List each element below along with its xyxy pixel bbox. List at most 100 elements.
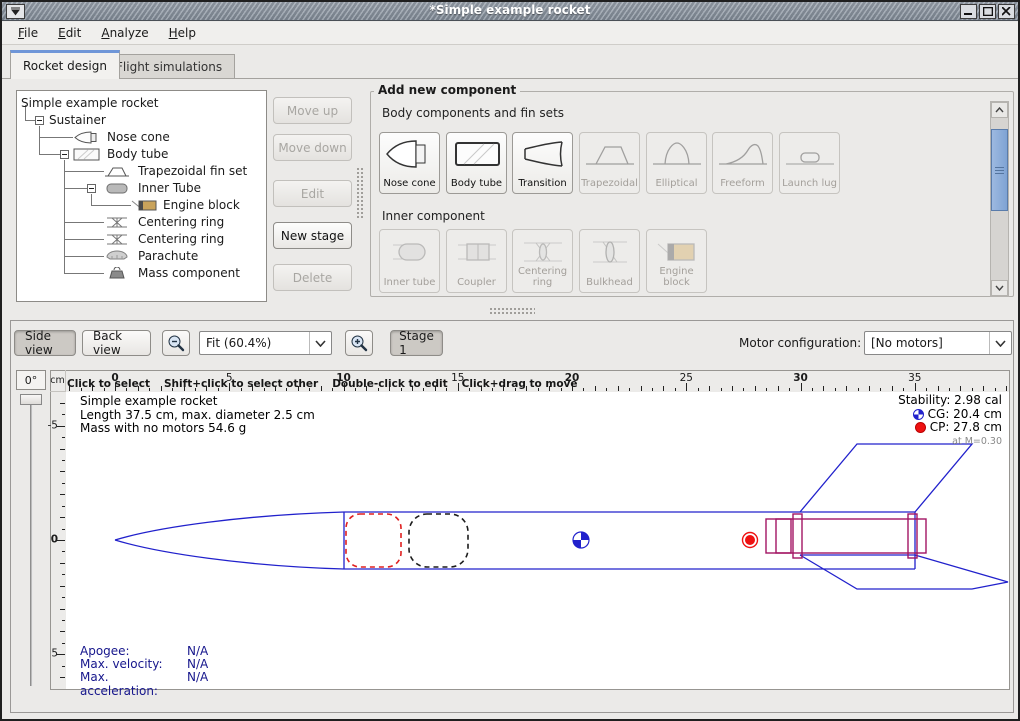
- component-tree[interactable]: Simple example rocket Sustainer Nose con…: [16, 90, 267, 302]
- hint: Double-click to edit: [332, 378, 447, 390]
- menu-edit[interactable]: Edit: [50, 24, 89, 42]
- mass-component-icon: [104, 267, 130, 283]
- chevron-down-icon: [989, 332, 1011, 354]
- tree-row: Mass component: [17, 265, 266, 282]
- zoom-in-button[interactable]: [345, 330, 373, 356]
- rocket-info: Simple example rocket Length 37.5 cm, ma…: [80, 395, 315, 436]
- vertical-ruler: -505: [50, 392, 66, 689]
- inner-tube-outline: [766, 519, 926, 553]
- rocket-canvas[interactable]: Simple example rocket Length 37.5 cm, ma…: [66, 392, 1009, 689]
- launch-lug-button[interactable]: Launch lug: [779, 132, 840, 194]
- component-scrollbar[interactable]: [990, 101, 1009, 297]
- menu-analyze[interactable]: Analyze: [93, 24, 156, 42]
- centering-ring-icon: [516, 235, 570, 265]
- mach-note: at M=0.30: [898, 435, 1002, 449]
- info-line: Simple example rocket: [80, 395, 315, 409]
- centering-ring-outline: [793, 514, 802, 558]
- edit-button[interactable]: Edit: [273, 180, 352, 207]
- zoom-out-icon: [167, 334, 185, 352]
- transition-button[interactable]: Transition: [512, 132, 573, 194]
- mass-component-outline: [409, 514, 468, 567]
- tree-row: Trapezoidal fin set: [17, 163, 266, 180]
- horizontal-split-grip[interactable]: [489, 307, 535, 315]
- new-stage-button[interactable]: New stage: [273, 222, 352, 249]
- stability-info: Stability: 2.98 cal CG: 20.4 cm CP: 27.8…: [898, 394, 1002, 448]
- tree-item-sustainer[interactable]: Sustainer: [49, 113, 106, 127]
- maximize-icon: [983, 7, 993, 16]
- engine-block-icon: [650, 235, 704, 265]
- rotation-slider-track[interactable]: [30, 396, 33, 686]
- elliptical-fin-button[interactable]: Elliptical: [646, 132, 707, 194]
- freeform-fin-icon: [716, 138, 770, 170]
- scrollbar-thumb[interactable]: [991, 129, 1008, 211]
- stability-value: Stability: 2.98 cal: [898, 394, 1002, 408]
- body-tube-icon: [450, 138, 504, 170]
- tree-item-rocket[interactable]: Simple example rocket: [21, 96, 158, 110]
- menu-help[interactable]: Help: [161, 24, 204, 42]
- tree-item-parachute[interactable]: Parachute: [138, 249, 198, 263]
- inner-tube-icon: [383, 235, 437, 265]
- tab-divider: [2, 78, 1018, 79]
- tab-rocket-design[interactable]: Rocket design: [10, 50, 120, 79]
- scroll-up-button[interactable]: [991, 102, 1008, 118]
- tree-item-engine-block[interactable]: Engine block: [163, 198, 240, 212]
- maximize-button[interactable]: [979, 4, 996, 19]
- zoom-in-icon: [350, 334, 368, 352]
- delete-button[interactable]: Delete: [273, 264, 352, 291]
- menu-file[interactable]: File: [10, 24, 46, 42]
- ruler-unit-label: cm: [50, 370, 66, 392]
- back-view-button[interactable]: Back view: [82, 330, 151, 356]
- tree-item-inner-tube[interactable]: Inner Tube: [138, 181, 201, 195]
- zoom-level-select[interactable]: Fit (60.4%): [199, 331, 332, 355]
- collapse-toggle-icon[interactable]: [60, 150, 69, 159]
- motor-configuration-select[interactable]: [No motors]: [864, 331, 1012, 355]
- tree-item-centering-ring-1[interactable]: Centering ring: [138, 215, 224, 229]
- zoom-out-button[interactable]: [162, 330, 190, 356]
- vertical-split-grip[interactable]: [356, 167, 365, 219]
- rotation-slider-thumb[interactable]: [20, 394, 42, 405]
- tree-row: Sustainer: [17, 112, 266, 129]
- tree-item-centering-ring-2[interactable]: Centering ring: [138, 232, 224, 246]
- trapezoidal-fin-icon: [104, 165, 130, 181]
- nose-cone-button[interactable]: Nose cone: [379, 132, 440, 194]
- coupler-button[interactable]: Coupler: [446, 229, 507, 293]
- inner-component-label: Inner component: [382, 209, 485, 223]
- cg-value: CG: 20.4 cm: [928, 408, 1002, 422]
- window-title: *Simple example rocket: [2, 3, 1018, 17]
- freeform-fin-button[interactable]: Freeform: [712, 132, 773, 194]
- motor-configuration-value: [No motors]: [865, 336, 989, 350]
- move-up-button[interactable]: Move up: [273, 97, 352, 124]
- engine-block-icon: [131, 199, 159, 215]
- zoom-level-value: Fit (60.4%): [200, 336, 309, 350]
- tree-item-mass-component[interactable]: Mass component: [138, 266, 240, 280]
- cp-marker: [743, 533, 758, 548]
- tree-row: Simple example rocket: [17, 95, 266, 112]
- trapezoidal-fin-button[interactable]: Trapezoidal: [579, 132, 640, 194]
- side-view-button[interactable]: Side view: [14, 330, 76, 356]
- bulkhead-button[interactable]: Bulkhead: [579, 229, 640, 293]
- tree-item-body-tube[interactable]: Body tube: [107, 147, 168, 161]
- inner-tube-icon: [104, 182, 130, 198]
- engine-block-button[interactable]: Engine block: [646, 229, 707, 293]
- body-tube-button[interactable]: Body tube: [446, 132, 507, 194]
- inner-tube-button[interactable]: Inner tube: [379, 229, 440, 293]
- body-components-label: Body components and fin sets: [382, 106, 564, 120]
- minimize-button[interactable]: [960, 4, 977, 19]
- centering-ring-button[interactable]: Centering ring: [512, 229, 573, 293]
- chevron-up-icon: [995, 107, 1004, 113]
- hint: Click to select: [67, 378, 150, 390]
- title-bar[interactable]: *Simple example rocket: [2, 2, 1018, 21]
- scroll-down-button[interactable]: [991, 280, 1008, 296]
- fin-bottom: [800, 555, 1008, 589]
- tree-item-fin-set[interactable]: Trapezoidal fin set: [138, 164, 247, 178]
- collapse-toggle-icon[interactable]: [87, 184, 96, 193]
- close-button[interactable]: [998, 4, 1015, 19]
- rocket-outline: [115, 444, 1008, 589]
- stage-1-toggle[interactable]: Stage 1: [390, 330, 443, 356]
- collapse-toggle-icon[interactable]: [35, 116, 44, 125]
- tab-flight-simulations[interactable]: Flight simulations: [103, 54, 235, 79]
- move-down-button[interactable]: Move down: [273, 134, 352, 161]
- tree-item-nose-cone[interactable]: Nose cone: [107, 130, 170, 144]
- hint: Shift+click to select other: [164, 378, 318, 390]
- hint: Click+drag to move: [462, 378, 578, 390]
